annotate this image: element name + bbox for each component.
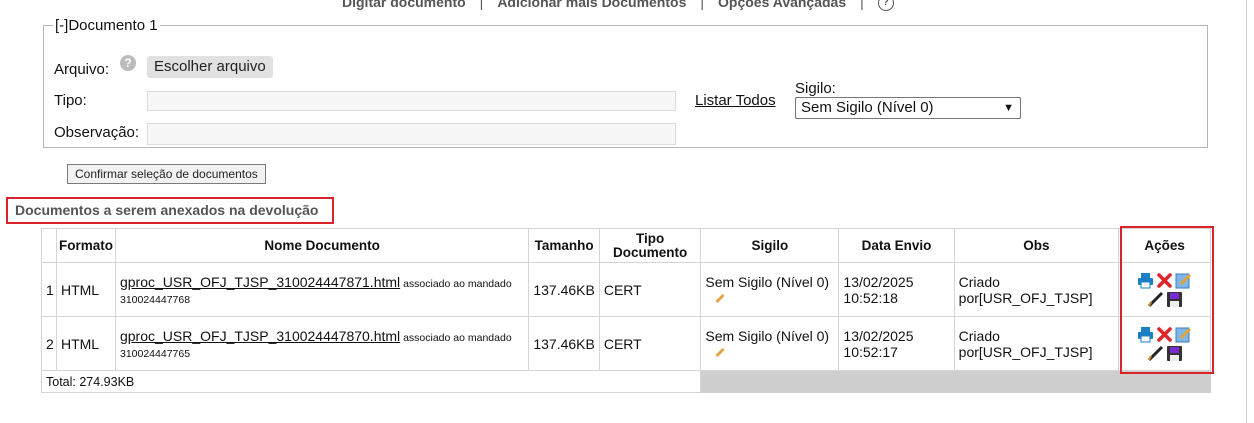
nav-digitar-documento[interactable]: Digitar documento [342, 0, 466, 10]
document-file-link[interactable]: gproc_USR_OFJ_TJSP_310024447870.html [120, 328, 400, 344]
observacao-label: Observação: [54, 124, 140, 141]
print-icon[interactable] [1137, 272, 1154, 289]
document-fieldset: [-]Documento 1 Arquivo: ? Escolher arqui… [43, 17, 1208, 148]
nav-opcoes-avancadas[interactable]: Opções Avançadas [718, 0, 846, 10]
table-row: 2 HTML gproc_USR_OFJ_TJSP_310024447870.h… [41, 316, 1211, 371]
row-data-envio: 13/02/2025 10:52:17 [838, 316, 955, 371]
header-sigilo: Sigilo [700, 228, 840, 263]
print-icon[interactable] [1137, 326, 1154, 343]
chevron-down-icon: ▼ [1003, 102, 1014, 114]
pencil-icon[interactable] [715, 348, 725, 358]
header-obs: Obs [953, 228, 1120, 263]
associado-text: associado ao mandado [400, 277, 512, 290]
row-tamanho: 137.46KB [528, 262, 600, 317]
row-obs: Criado por[USR_OFJ_TJSP] [953, 316, 1120, 371]
row-tamanho: 137.46KB [528, 316, 600, 371]
choose-file-button[interactable]: Escolher arquivo [147, 56, 273, 78]
confirm-selection-button[interactable]: Confirmar seleção de documentos [67, 164, 266, 184]
section-title: Documentos a serem anexados na devolução [6, 197, 334, 224]
sigilo-selected-value: Sem Sigilo (Nível 0) [801, 99, 934, 116]
row-formato: HTML [55, 262, 116, 317]
document-legend[interactable]: [-]Documento 1 [53, 17, 160, 34]
mandado-number: 310024447765 [119, 347, 191, 360]
help-icon[interactable]: ? [877, 0, 894, 12]
data-time: 10:52:18 [843, 289, 898, 306]
total-size: Total: 274.93KB [40, 370, 702, 393]
header-tamanho: Tamanho [528, 228, 600, 263]
edit-icon[interactable] [1175, 326, 1192, 343]
row-formato: HTML [55, 316, 116, 371]
sigilo-select[interactable]: Sem Sigilo (Nível 0) ▼ [795, 97, 1021, 119]
header-nome-documento: Nome Documento [114, 228, 530, 263]
row-nome-documento: gproc_USR_OFJ_TJSP_310024447870.html ass… [114, 316, 530, 371]
total-filler [700, 370, 1211, 393]
sign-icon[interactable] [1147, 291, 1164, 308]
save-icon[interactable] [1166, 291, 1183, 308]
table-row: 1 HTML gproc_USR_OFJ_TJSP_310024447871.h… [41, 262, 1211, 317]
delete-icon[interactable] [1156, 272, 1173, 289]
obs-line1: Criado [958, 327, 1000, 344]
observacao-input[interactable] [147, 123, 676, 145]
associado-text: associado ao mandado [400, 331, 512, 344]
top-nav: Digitar documento | Adicionar mais Documen… [342, 0, 894, 12]
question-icon[interactable]: ? [120, 55, 136, 71]
sigilo-text: Sem Sigilo (Nível 0) [705, 327, 830, 344]
delete-icon[interactable] [1156, 326, 1173, 343]
row-obs: Criado por[USR_OFJ_TJSP] [953, 262, 1120, 317]
table-header-row: Formato Nome Documento Tamanho Tipo Docu… [41, 228, 1211, 263]
arquivo-label: Arquivo: [54, 61, 110, 78]
header-formato: Formato [55, 228, 116, 263]
header-tipo-documento: Tipo Documento [598, 228, 702, 263]
header-acoes: Ações [1118, 228, 1211, 263]
edit-icon[interactable] [1175, 272, 1192, 289]
header-index [41, 228, 57, 263]
sigilo-label: Sigilo: [795, 80, 836, 97]
data-date: 13/02/2025 [843, 273, 914, 290]
sign-icon[interactable] [1147, 345, 1164, 362]
row-sigilo: Sem Sigilo (Nível 0) [700, 316, 840, 371]
data-time: 10:52:17 [843, 343, 898, 360]
obs-line1: Criado [958, 273, 1000, 290]
row-acoes [1118, 262, 1211, 317]
row-data-envio: 13/02/2025 10:52:18 [838, 262, 955, 317]
data-date: 13/02/2025 [843, 327, 914, 344]
nav-separator: | [860, 0, 864, 10]
obs-line2: por[USR_OFJ_TJSP] [958, 289, 1093, 306]
save-icon[interactable] [1166, 345, 1183, 362]
mandado-number: 310024447768 [119, 293, 191, 306]
nav-adicionar-documentos[interactable]: Adicionar mais Documentos [497, 0, 686, 10]
documents-table: Formato Nome Documento Tamanho Tipo Docu… [40, 228, 1211, 393]
sigilo-text: Sem Sigilo (Nível 0) [705, 273, 830, 290]
document-file-link[interactable]: gproc_USR_OFJ_TJSP_310024447871.html [120, 274, 400, 290]
page-scrollbar[interactable] [1246, 0, 1247, 423]
row-nome-documento: gproc_USR_OFJ_TJSP_310024447871.html ass… [114, 262, 530, 317]
tipo-input[interactable] [147, 91, 676, 111]
table-total-row: Total: 274.93KB [40, 370, 1211, 393]
header-data-envio: Data Envio [838, 228, 955, 263]
listar-todos-link[interactable]: Listar Todos [695, 92, 776, 109]
row-tipo: CERT [598, 316, 702, 371]
row-index: 1 [41, 262, 57, 317]
row-acoes [1118, 316, 1211, 371]
nav-separator: | [700, 0, 704, 10]
nav-separator: | [479, 0, 484, 10]
row-index: 2 [41, 316, 57, 371]
tipo-label: Tipo: [54, 92, 87, 109]
row-tipo: CERT [598, 262, 702, 317]
obs-line2: por[USR_OFJ_TJSP] [958, 343, 1093, 360]
row-sigilo: Sem Sigilo (Nível 0) [700, 262, 840, 317]
pencil-icon[interactable] [715, 294, 725, 304]
